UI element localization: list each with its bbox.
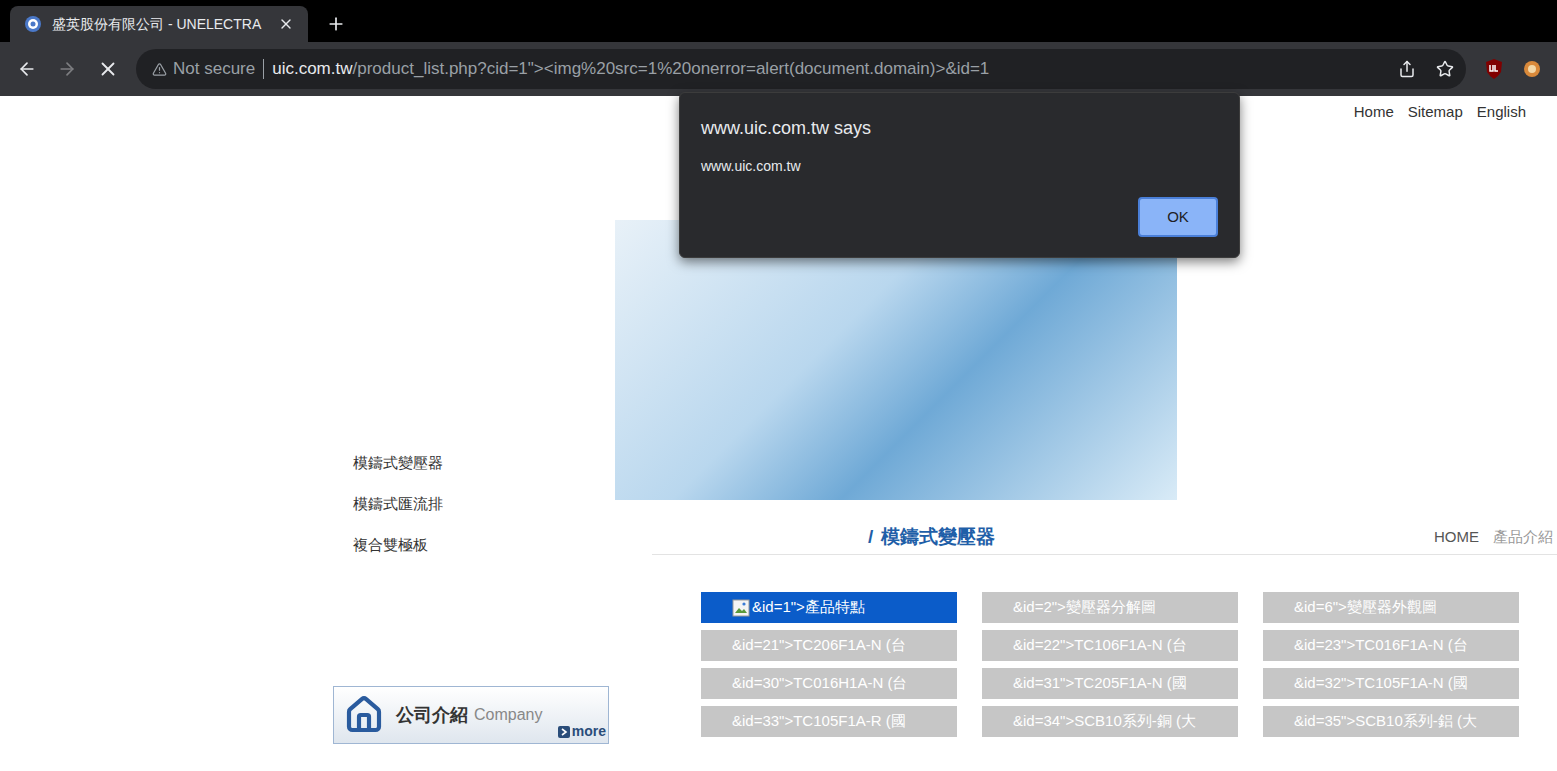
product-button[interactable]: &id=2">變壓器分解圖	[982, 592, 1238, 623]
sidebar-item[interactable]: 模鑄式變壓器	[353, 452, 615, 474]
product-label: &id=31">TC205F1A-N (國	[1013, 672, 1187, 695]
breadcrumb: HOME 產品介紹	[1434, 526, 1557, 549]
bookmark-star-icon[interactable]	[1436, 60, 1454, 78]
product-label: &id=21">TC206F1A-N (台	[732, 634, 906, 657]
top-nav-link[interactable]: Home	[1354, 101, 1394, 124]
product-label: &id=30">TC016H1A-N (台	[732, 672, 907, 695]
omnibox[interactable]: Not secure uic.com.tw/product_list.php?ci…	[136, 49, 1466, 89]
top-nav-link[interactable]: English	[1477, 101, 1526, 124]
product-button[interactable]: &id=6">變壓器外觀圖	[1263, 592, 1519, 623]
sidebar-item[interactable]: 複合雙極板	[353, 534, 615, 556]
alert-dialog: www.uic.com.tw says www.uic.com.tw OK	[679, 92, 1240, 258]
product-label: &id=2">變壓器分解圖	[1013, 596, 1156, 619]
sidebar-item[interactable]: 模鑄式匯流排	[353, 493, 615, 515]
company-box[interactable]: 公司介紹Company more	[333, 686, 609, 744]
dialog-message: www.uic.com.tw	[701, 156, 1218, 177]
more-arrow-icon	[558, 726, 570, 738]
product-button[interactable]: &id=23">TC016F1A-N (台	[1263, 630, 1519, 661]
company-subtitle: Company	[474, 703, 542, 727]
screen: 盛英股份有限公司 - UNELECTRA Not secure uic.com.tw…	[0, 0, 1557, 771]
product-button[interactable]: &id=21">TC206F1A-N (台	[701, 630, 957, 661]
close-tab-icon[interactable]	[278, 16, 294, 32]
product-label: &id=32">TC105F1A-N (國	[1294, 672, 1468, 695]
product-grid: &id=1">產品特點&id=2">變壓器分解圖&id=6">變壓器外觀圖&id…	[701, 592, 1557, 737]
product-label: &id=23">TC016F1A-N (台	[1294, 634, 1468, 657]
product-button[interactable]: &id=33">TC105F1A-R (國	[701, 706, 957, 737]
product-label: &id=1">產品特點	[752, 596, 865, 619]
product-button[interactable]: &id=35">SCB10系列-鋁 (大	[1263, 706, 1519, 737]
forward-icon	[57, 59, 77, 79]
product-button[interactable]: &id=31">TC205F1A-N (國	[982, 668, 1238, 699]
product-button[interactable]: &id=22">TC106F1A-N (台	[982, 630, 1238, 661]
dialog-title: www.uic.com.tw says	[701, 115, 1218, 142]
breadcrumb-item[interactable]: HOME	[1434, 526, 1479, 549]
toolbar: Not secure uic.com.tw/product_list.php?ci…	[0, 42, 1557, 96]
warning-icon	[152, 62, 167, 77]
left-column: 模鑄式變壓器模鑄式匯流排複合雙極板公司介紹Company more	[333, 128, 615, 771]
house-icon	[344, 695, 384, 735]
product-button[interactable]: &id=32">TC105F1A-N (國	[1263, 668, 1519, 699]
product-label: &id=35">SCB10系列-鋁 (大	[1294, 710, 1477, 733]
extension-icon[interactable]	[1522, 59, 1542, 79]
product-label: &id=33">TC105F1A-R (國	[732, 710, 906, 733]
broken-image-icon	[732, 599, 750, 617]
back-icon[interactable]	[17, 59, 37, 79]
product-label: &id=6">變壓器外觀圖	[1294, 596, 1437, 619]
product-button[interactable]: &id=30">TC016H1A-N (台	[701, 668, 957, 699]
ok-button[interactable]: OK	[1138, 197, 1218, 237]
share-icon[interactable]	[1398, 60, 1416, 78]
url: uic.com.tw/product_list.php?cid=1"><img%…	[272, 56, 1388, 82]
product-button[interactable]: &id=34">SCB10系列-銅 (大	[982, 706, 1238, 737]
new-tab-icon[interactable]	[326, 14, 346, 34]
more-button[interactable]: more	[558, 721, 606, 742]
tab-title: 盛英股份有限公司 - UNELECTRA	[52, 14, 268, 35]
section-header: /模鑄式變壓器 HOME 產品介紹	[652, 520, 1557, 555]
product-button[interactable]: &id=1">產品特點	[701, 592, 957, 623]
sidebar-menu: 模鑄式變壓器模鑄式匯流排複合雙極板	[333, 128, 615, 556]
browser-tab[interactable]: 盛英股份有限公司 - UNELECTRA	[10, 6, 308, 42]
company-title: 公司介紹	[396, 702, 468, 729]
stop-loading-icon[interactable]	[97, 58, 119, 80]
site-favicon-icon	[24, 15, 42, 33]
top-nav-link[interactable]: Sitemap	[1408, 101, 1463, 124]
tab-strip: 盛英股份有限公司 - UNELECTRA	[0, 0, 1557, 42]
section-title: /模鑄式變壓器	[652, 523, 995, 552]
security-label: Not secure	[173, 56, 255, 82]
ublock-extension-icon[interactable]	[1484, 58, 1504, 80]
product-label: &id=22">TC106F1A-N (台	[1013, 634, 1187, 657]
breadcrumb-item[interactable]: 產品介紹	[1493, 526, 1553, 549]
banner-image	[615, 220, 1177, 500]
product-label: &id=34">SCB10系列-銅 (大	[1013, 710, 1196, 733]
